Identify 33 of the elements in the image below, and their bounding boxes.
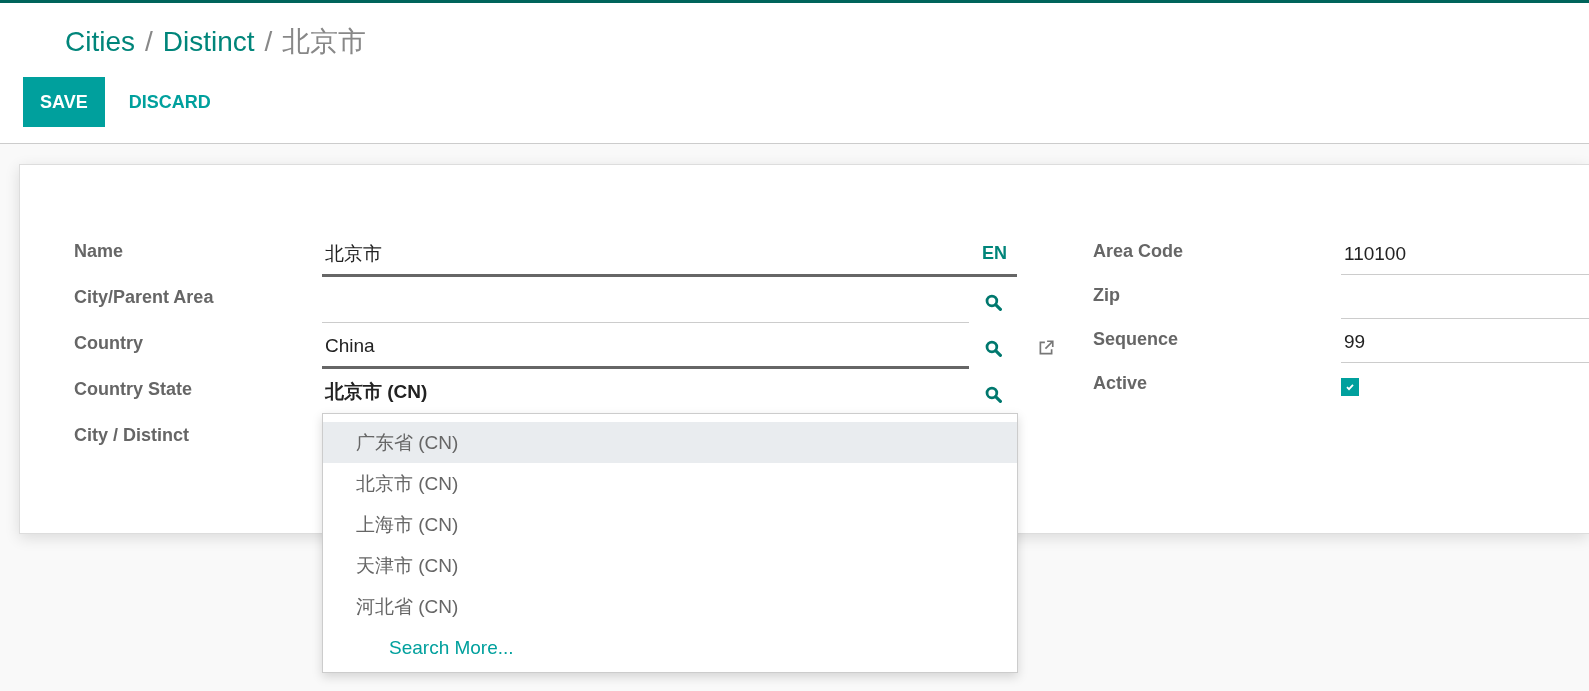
field-label: Name — [74, 240, 125, 263]
name-input-field[interactable]: 北京市 EN — [322, 233, 1017, 277]
input-field[interactable]: 99 — [1341, 321, 1589, 363]
search-more-link[interactable]: Search More... — [323, 627, 1017, 668]
dropdown-option[interactable]: 广东省 (CN) — [323, 422, 1017, 463]
discard-button[interactable]: DISCARD — [124, 77, 215, 127]
dropdown-option[interactable]: 上海市 (CN) — [323, 504, 1017, 545]
breadcrumb-separator: / — [145, 26, 153, 58]
field-label: Sequence — [1093, 328, 1180, 351]
search-icon[interactable] — [984, 293, 1002, 311]
dropdown-option[interactable]: 河北省 (CN) — [323, 586, 1017, 627]
field-label: Country State — [74, 378, 193, 401]
external-link-icon[interactable] — [1037, 339, 1055, 357]
field-label: Zip — [1093, 284, 1121, 307]
field-label: Area Code — [1093, 240, 1185, 263]
search-icon[interactable] — [984, 385, 1002, 403]
checkbox[interactable] — [1341, 378, 1359, 396]
input-field[interactable]: 110100 — [1341, 233, 1589, 275]
dropdown-input-field[interactable]: China — [322, 325, 969, 369]
search-icon[interactable] — [984, 339, 1002, 357]
field-label: City / Distinct — [74, 424, 190, 447]
field-label: City/Parent Area — [74, 286, 215, 309]
dropdown-option[interactable]: 天津市 (CN) — [323, 545, 1017, 586]
dropdown-option[interactable]: 北京市 (CN) — [323, 463, 1017, 504]
breadcrumb-separator: / — [264, 26, 273, 58]
breadcrumb-link[interactable]: Cities — [65, 26, 135, 58]
checkmark-icon — [1345, 382, 1355, 392]
breadcrumb-current: 北京市 — [282, 25, 367, 59]
field-label: Active — [1093, 372, 1149, 395]
breadcrumb-link[interactable]: Distinct — [162, 26, 255, 58]
save-button[interactable]: SAVE — [23, 77, 105, 127]
field-label: Country — [74, 332, 144, 355]
language-button[interactable]: EN — [982, 243, 1017, 264]
